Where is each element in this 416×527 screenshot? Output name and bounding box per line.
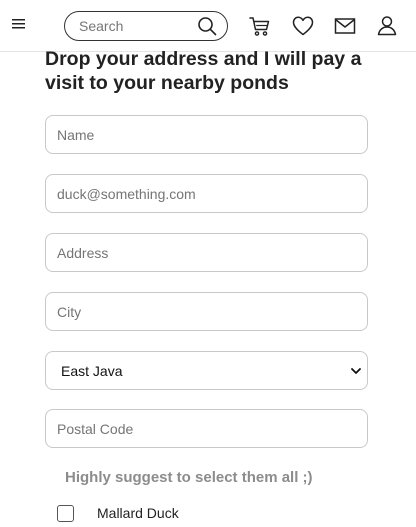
suggestion-text: Highly suggest to select them all ;) bbox=[65, 469, 313, 486]
postal-code-field[interactable] bbox=[45, 409, 368, 448]
user-icon[interactable] bbox=[375, 14, 399, 38]
chevron-down-icon bbox=[351, 368, 361, 374]
email-field[interactable] bbox=[45, 174, 368, 213]
menu-icon[interactable] bbox=[11, 16, 27, 32]
search-icon[interactable] bbox=[197, 16, 217, 36]
top-nav-bar bbox=[0, 0, 416, 52]
search-box bbox=[64, 11, 228, 41]
province-select-value: East Java bbox=[61, 363, 123, 379]
address-field[interactable] bbox=[45, 233, 368, 272]
mallard-duck-checkbox[interactable] bbox=[57, 505, 74, 522]
heart-icon[interactable] bbox=[291, 14, 315, 38]
name-field[interactable] bbox=[45, 115, 368, 154]
province-select[interactable]: East Java bbox=[45, 351, 368, 390]
cart-icon[interactable] bbox=[248, 14, 272, 38]
mail-icon[interactable] bbox=[333, 14, 357, 38]
mallard-duck-label: Mallard Duck bbox=[97, 505, 179, 521]
city-field[interactable] bbox=[45, 292, 368, 331]
search-input[interactable] bbox=[79, 17, 189, 35]
form-title: Drop your address and I will pay a visit… bbox=[45, 48, 362, 94]
